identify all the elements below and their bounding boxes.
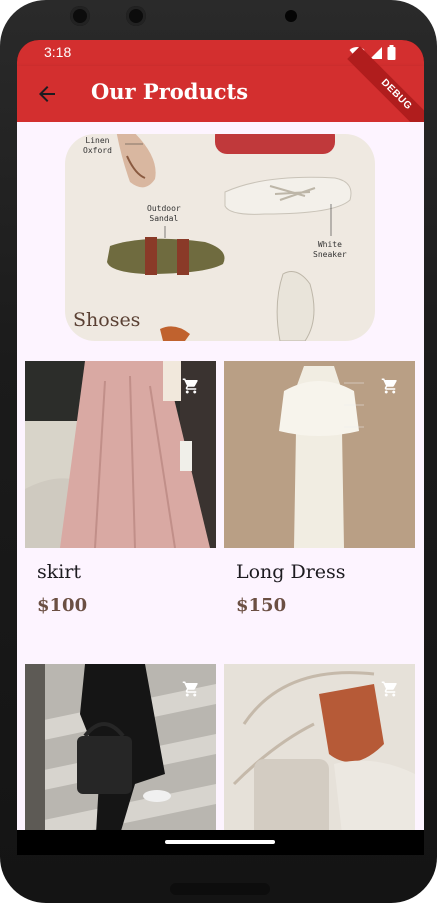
cart-icon[interactable] [381,377,399,395]
app-bar: Our Products DEBUG [17,46,424,144]
product-card[interactable]: Long Dress $150 [224,361,415,651]
cart-icon[interactable] [182,680,200,698]
annotation-white-sneaker: White Sneaker [313,240,347,259]
front-sensor [285,10,297,22]
camera-lens [126,6,146,26]
page-title: Our Products [91,79,249,104]
home-gesture-pill[interactable] [165,840,275,844]
product-name: skirt [37,561,82,583]
product-price: $150 [236,595,287,616]
cart-icon[interactable] [182,377,200,395]
product-price: $100 [37,595,88,616]
product-image [224,664,415,830]
status-time: 3:18 [44,44,72,60]
annotation-linen-oxford: Linen Oxford [83,136,112,155]
speaker-grille [170,883,270,895]
screen: 3:18 Our Products DEBUG Linen Oxford Out… [17,40,424,855]
system-nav-bar [17,830,424,855]
product-image [224,361,415,548]
product-card[interactable] [224,664,415,830]
cart-icon[interactable] [381,680,399,698]
product-image [25,361,216,548]
annotation-outdoor-sandal: Outdoor Sandal [147,204,181,223]
product-list[interactable]: Linen Oxford Outdoor Sandal White Sneaker S… [17,122,424,830]
product-card[interactable] [25,664,216,830]
back-arrow-icon[interactable] [35,82,59,106]
product-card[interactable]: skirt $100 [25,361,216,651]
product-name: Long Dress [236,561,346,583]
phone-frame: 3:18 Our Products DEBUG Linen Oxford Out… [0,0,437,903]
product-image [25,664,216,830]
category-label: Shoses [73,309,141,331]
category-banner-shoes[interactable]: Linen Oxford Outdoor Sandal White Sneaker S… [65,134,375,341]
battery-icon [387,45,396,60]
camera-lens [70,6,90,26]
